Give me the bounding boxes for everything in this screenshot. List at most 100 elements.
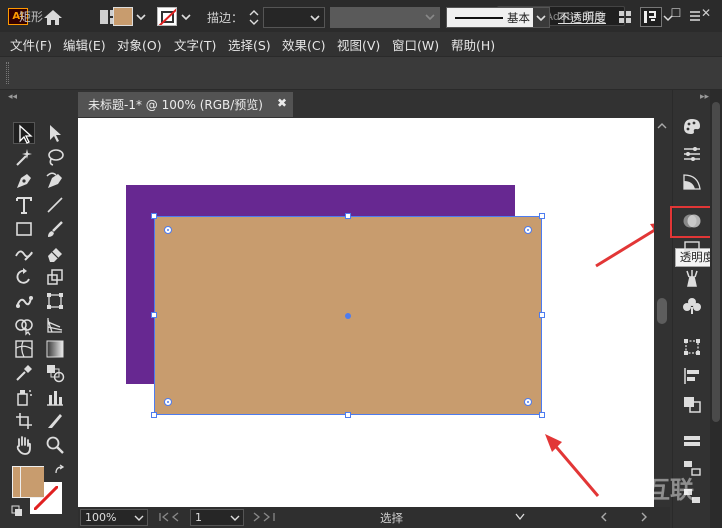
artboard-chevron-icon xyxy=(230,515,240,521)
menu-help[interactable]: 帮助(H) xyxy=(451,35,495,54)
magic-wand-tool[interactable] xyxy=(13,146,35,168)
properties-sliders-icon[interactable] xyxy=(681,144,703,164)
transform-chevron-icon[interactable] xyxy=(663,13,673,23)
layers-panel-icon[interactable] xyxy=(681,432,703,452)
perspective-grid-tool[interactable] xyxy=(44,314,66,336)
shaper-tool[interactable] xyxy=(13,242,35,264)
puppet-warp-tool[interactable] xyxy=(13,290,35,312)
handle-top-center[interactable] xyxy=(345,213,351,219)
next-last-artboard-icons[interactable] xyxy=(250,511,290,523)
vertical-scroll-thumb[interactable] xyxy=(657,298,667,324)
direct-selection-tool[interactable] xyxy=(44,122,66,144)
selection-arrow-icon xyxy=(19,124,33,144)
variable-width-profile-select[interactable] xyxy=(330,7,440,28)
menu-effect[interactable]: 效果(C) xyxy=(282,35,325,54)
pathfinder-panel-icon[interactable] xyxy=(681,394,703,414)
fill-dropdown-chevron-icon[interactable] xyxy=(135,9,147,25)
scale-tool[interactable] xyxy=(44,266,66,288)
artboard-tool[interactable] xyxy=(13,410,35,432)
handle-bottom-right[interactable] xyxy=(539,412,545,418)
menu-object[interactable]: 对象(O) xyxy=(117,35,162,54)
brush-definition-select[interactable]: 基本 xyxy=(446,7,550,28)
handle-top-right[interactable] xyxy=(539,213,545,219)
corner-widget-top-right[interactable] xyxy=(524,226,532,234)
rotate-tool[interactable] xyxy=(13,266,35,288)
stroke-weight-field[interactable] xyxy=(263,7,325,28)
zoom-tool[interactable] xyxy=(44,434,66,456)
menu-edit[interactable]: 编辑(E) xyxy=(63,35,106,54)
vertical-scrollbar[interactable] xyxy=(654,118,670,507)
menu-window[interactable]: 窗口(W) xyxy=(392,35,439,54)
column-graph-tool[interactable] xyxy=(44,386,66,408)
control-bar-grip[interactable] xyxy=(6,62,9,84)
stroke-label[interactable]: 描边： xyxy=(207,9,243,26)
menu-view[interactable]: 视图(V) xyxy=(337,35,380,54)
handle-bottom-center[interactable] xyxy=(345,412,351,418)
corner-widget-top-left[interactable] xyxy=(164,226,172,234)
blend-tool[interactable] xyxy=(44,362,66,384)
opacity-label[interactable]: 不透明度 xyxy=(558,9,606,26)
stroke-color-swatch[interactable] xyxy=(157,7,177,26)
first-previous-artboard-icons[interactable] xyxy=(158,511,186,523)
default-fill-stroke-icon[interactable] xyxy=(11,505,23,517)
gradient-tool[interactable] xyxy=(44,338,66,360)
stroke-weight-stepper[interactable] xyxy=(247,7,261,28)
menu-select[interactable]: 选择(S) xyxy=(228,35,271,54)
home-icon[interactable] xyxy=(42,8,64,26)
brushes-panel-icon[interactable] xyxy=(681,268,703,288)
zoom-level-field[interactable]: 100% xyxy=(80,509,148,526)
dock-scroll-thumb[interactable] xyxy=(712,102,720,422)
scroll-left-icon[interactable] xyxy=(598,511,610,523)
appearance-panel-icon[interactable] xyxy=(681,238,703,258)
transform-panel-icon[interactable] xyxy=(681,337,703,357)
fill-color-swatch[interactable] xyxy=(113,7,133,26)
scroll-right-icon[interactable] xyxy=(638,511,650,523)
dock-scrollbar[interactable] xyxy=(710,90,722,528)
hand-tool[interactable] xyxy=(13,434,35,456)
color-guide-icon[interactable] xyxy=(681,116,703,136)
status-menu-icon[interactable] xyxy=(514,511,526,523)
symbols-panel-icon[interactable] xyxy=(681,296,703,316)
pen-tool[interactable] xyxy=(13,170,35,192)
document-tab[interactable]: 未标题-1* @ 100% (RGB/预览) ✖ xyxy=(78,92,293,117)
transparency-panel-icon[interactable] xyxy=(681,211,703,231)
free-transform-tool[interactable] xyxy=(44,290,66,312)
stroke-dropdown-chevron-icon[interactable] xyxy=(180,9,192,25)
lasso-tool[interactable] xyxy=(44,146,66,168)
close-document-icon[interactable]: ✖ xyxy=(277,96,287,110)
toolbar-collapse-icon[interactable]: ◂◂ xyxy=(8,92,17,102)
handle-bottom-left[interactable] xyxy=(151,412,157,418)
corner-widget-bottom-left[interactable] xyxy=(164,398,172,406)
symbol-sprayer-tool[interactable] xyxy=(13,386,35,408)
mesh-tool[interactable] xyxy=(13,338,35,360)
swap-fill-stroke-icon[interactable] xyxy=(54,464,66,476)
handle-middle-left[interactable] xyxy=(151,312,157,318)
line-segment-tool[interactable] xyxy=(44,194,66,216)
align-icon[interactable] xyxy=(618,10,632,24)
scroll-up-icon[interactable] xyxy=(657,122,667,130)
selection-tool[interactable] xyxy=(13,122,35,144)
blend-icon xyxy=(47,365,65,383)
stroke-weight-chevron-icon[interactable] xyxy=(309,11,321,25)
watermark: 互联 xyxy=(646,476,694,504)
dock-collapse-icon[interactable]: ▸▸ xyxy=(700,92,709,102)
handle-middle-right[interactable] xyxy=(539,312,545,318)
slice-tool[interactable] xyxy=(44,410,66,432)
type-tool[interactable] xyxy=(13,194,35,216)
curvature-tool[interactable] xyxy=(44,170,66,192)
stroke-panel-icon[interactable] xyxy=(681,172,703,192)
menu-file[interactable]: 文件(F) xyxy=(10,35,52,54)
eraser-tool[interactable] xyxy=(44,242,66,264)
paintbrush-tool[interactable] xyxy=(44,218,66,240)
shape-builder-tool[interactable] xyxy=(13,314,35,336)
control-panel-menu-icon[interactable] xyxy=(688,9,702,23)
transform-button[interactable] xyxy=(640,7,662,27)
handle-top-left[interactable] xyxy=(151,213,157,219)
artboard-number-field[interactable]: 1 xyxy=(190,509,244,526)
menu-type[interactable]: 文字(T) xyxy=(174,35,216,54)
eyedropper-tool[interactable] xyxy=(13,362,35,384)
align-panel-icon[interactable] xyxy=(681,366,703,386)
rectangle-tool[interactable] xyxy=(13,218,35,240)
fill-swatch-front[interactable] xyxy=(20,466,44,498)
corner-widget-bottom-right[interactable] xyxy=(524,398,532,406)
